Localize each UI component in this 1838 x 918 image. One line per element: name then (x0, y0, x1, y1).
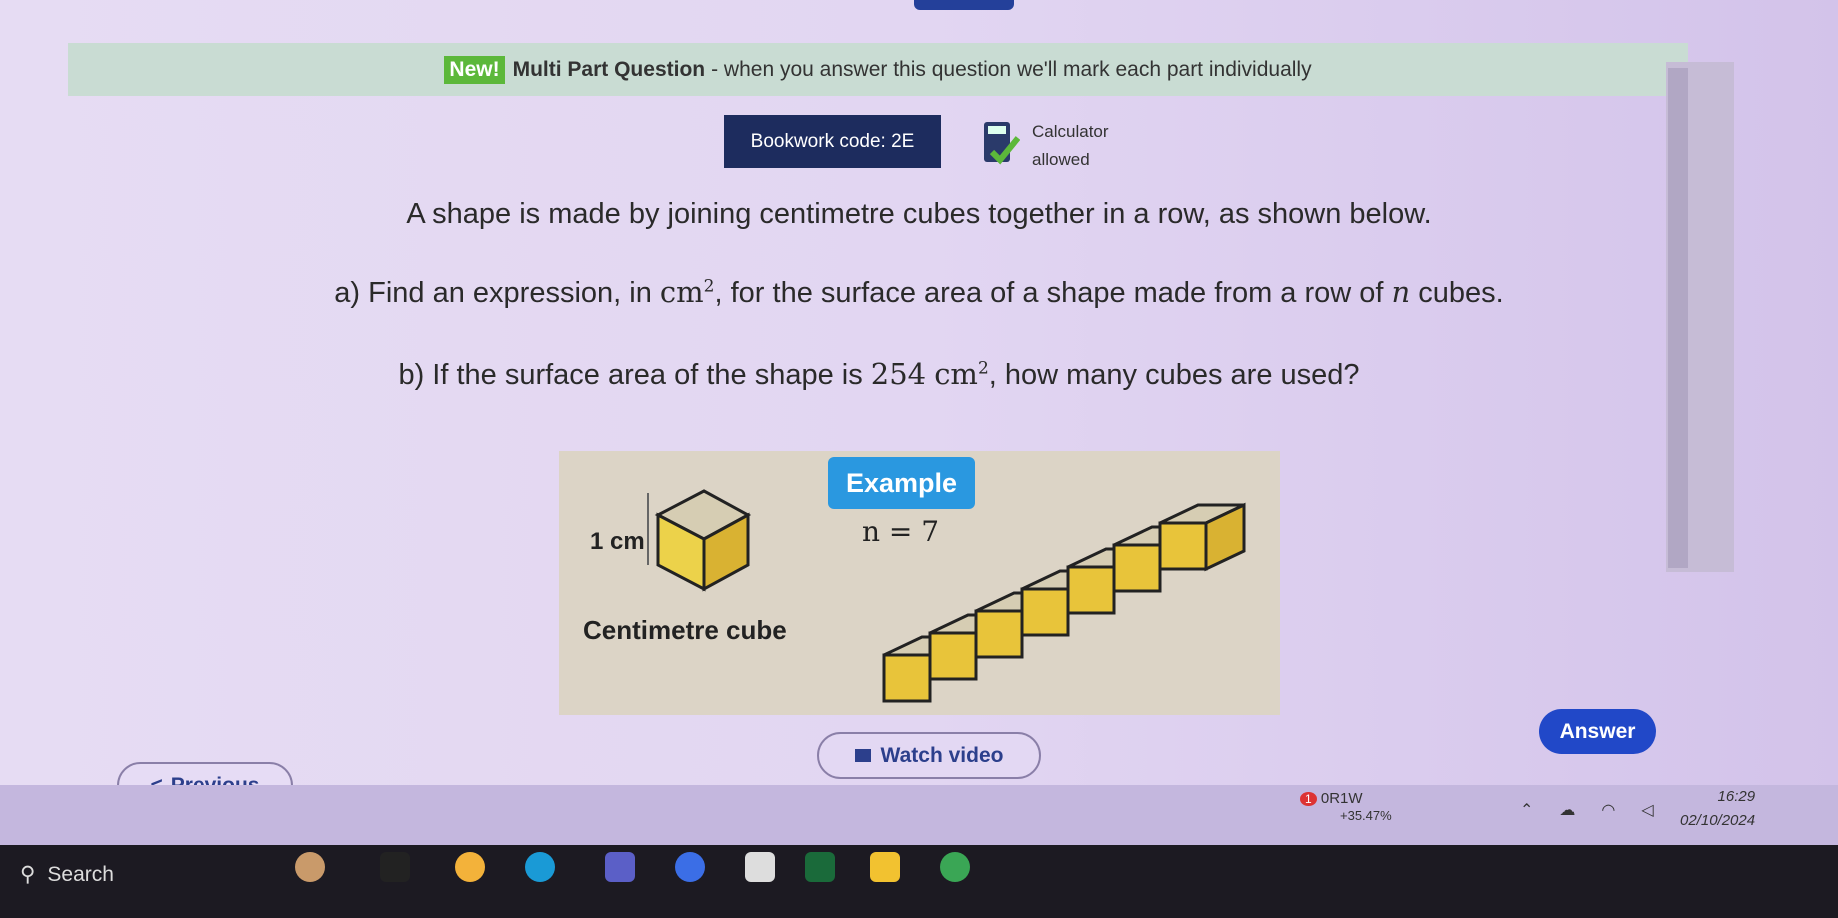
banner-text: - when you answer this question we'll ma… (711, 57, 1312, 81)
cube-front (1020, 587, 1070, 637)
date: 02/10/2024 (1680, 812, 1756, 829)
stock-widget[interactable]: 1 0R1W +35.47% (1300, 790, 1392, 824)
stock-name: 0R1W (1320, 790, 1363, 807)
cube-front (974, 609, 1024, 659)
mail-icon[interactable] (745, 852, 775, 882)
cube-row-figure (882, 502, 1246, 703)
top-tab-indicator (914, 0, 1014, 10)
banner-title: Multi Part Question (512, 57, 706, 81)
cube-front (882, 653, 932, 703)
cube-front (1158, 521, 1208, 571)
cube-front (928, 631, 978, 681)
task-view-icon[interactable] (380, 852, 410, 882)
unit: cm (659, 275, 704, 309)
system-tray-icons[interactable]: ⌃☁◠◁ (1520, 800, 1680, 820)
notification-badge: 1 (1300, 792, 1317, 806)
exponent: 2 (703, 276, 715, 297)
search-icon: ⚲ (20, 863, 36, 886)
video-icon (854, 749, 871, 762)
clock[interactable]: 16:29 02/10/2024 (1680, 785, 1755, 833)
bookwork-code: Bookwork code: 2E (724, 115, 941, 168)
text: , how many cubes are used? (988, 359, 1360, 391)
question-part-b: b) If the surface area of the shape is 2… (0, 357, 1798, 392)
text: b) If the surface area of the shape is (398, 359, 871, 391)
file-explorer-icon[interactable] (870, 852, 900, 882)
calculator-check-icon (984, 122, 1020, 165)
allowed-label: allowed (1032, 150, 1090, 169)
app-icon[interactable] (805, 852, 835, 882)
cube-size-label: 1 cm (590, 528, 645, 555)
exponent: 2 (977, 358, 989, 379)
scrollbar-thumb[interactable] (1668, 68, 1688, 568)
teams-icon[interactable] (605, 852, 635, 882)
chrome-icon[interactable] (940, 852, 970, 882)
cube-front (1112, 543, 1162, 593)
search-box[interactable]: ⚲ Search (20, 862, 114, 887)
cube-front (1066, 565, 1116, 615)
taskbar-dark (0, 845, 1838, 918)
edge-icon[interactable] (525, 852, 555, 882)
text: , for the surface area of a shape made f… (714, 277, 1392, 309)
variable: n (1391, 275, 1411, 309)
stock-change: +35.47% (1340, 808, 1392, 823)
unit: cm (934, 357, 978, 391)
question-part-a: a) Find an expression, in cm2, for the s… (0, 275, 1838, 310)
calculator-allowed: Calculator allowed (1032, 118, 1109, 174)
time: 16:29 (1717, 788, 1756, 805)
app-icon[interactable] (455, 852, 485, 882)
value: 254 (870, 357, 927, 391)
text: cubes. (1410, 277, 1504, 309)
multi-part-banner: New! Multi Part Question - when you answ… (68, 43, 1688, 96)
question-intro: A shape is made by joining centimetre cu… (406, 198, 1432, 230)
calculator-label: Calculator (1032, 122, 1109, 141)
watch-video-label: Watch video (880, 743, 1004, 767)
answer-button[interactable]: Answer (1539, 709, 1656, 754)
new-badge: New! (444, 55, 505, 84)
text: a) Find an expression, in (334, 277, 660, 309)
widget-icon[interactable] (295, 852, 325, 882)
cube-caption: Centimetre cube (583, 615, 787, 645)
app-icon[interactable] (675, 852, 705, 882)
centimetre-cube-figure (647, 489, 752, 592)
search-label: Search (47, 862, 114, 886)
watch-video-button[interactable]: Watch video (817, 732, 1041, 779)
